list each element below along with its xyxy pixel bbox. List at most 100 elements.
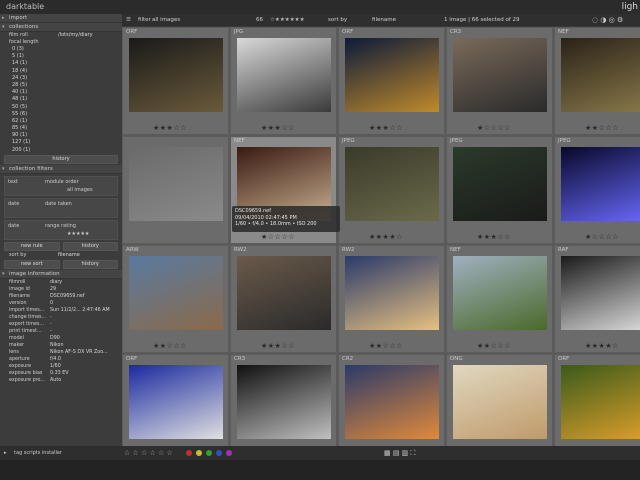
- thumbnail-cell[interactable]: ORF ★★★☆☆: [338, 27, 445, 135]
- star-rating[interactable]: ★☆☆☆☆: [585, 233, 619, 241]
- thumbnail-image[interactable]: [237, 256, 331, 330]
- thumbnail-cell[interactable]: RAF ★★★★☆: [554, 245, 640, 353]
- focal-length-item[interactable]: 55 (6): [12, 111, 122, 118]
- thumbnail-image[interactable]: [129, 147, 223, 221]
- thumbnail-cell[interactable]: CR3 ★☆☆☆☆: [446, 27, 553, 135]
- focal-length-item[interactable]: 62 (1): [12, 118, 122, 125]
- thumbnail-image[interactable]: [453, 256, 547, 330]
- star-rating[interactable]: ★★★☆☆: [369, 124, 403, 132]
- thumbnail-cell[interactable]: NEF ★★☆☆☆: [446, 245, 553, 353]
- thumbnail-cell[interactable]: CR3: [230, 354, 337, 446]
- thumbnail-image[interactable]: [129, 38, 223, 112]
- sort-by-row[interactable]: sort by filename: [0, 252, 122, 259]
- star-rating[interactable]: ★★☆☆☆: [585, 124, 619, 132]
- history-button[interactable]: history: [4, 154, 118, 164]
- thumbnail-cell[interactable]: CR2: [338, 354, 445, 446]
- thumbnail-cell[interactable]: DNG: [446, 354, 553, 446]
- collection-rule-film-roll[interactable]: film roll/lots/my/diary: [0, 32, 122, 39]
- tag-scripts-label[interactable]: tag scripts installer: [14, 446, 62, 460]
- focal-length-item[interactable]: 28 (5): [12, 82, 122, 89]
- thumbnail-cell[interactable]: NEF ★★☆☆☆: [554, 27, 640, 135]
- history-button[interactable]: history: [62, 241, 118, 251]
- collection-rule-focal-length[interactable]: focal length: [0, 39, 122, 46]
- purple-label-button[interactable]: [226, 450, 232, 456]
- green-label-button[interactable]: [206, 450, 212, 456]
- focal-length-item[interactable]: 127 (1): [12, 139, 122, 146]
- new-rule-button[interactable]: new rule: [4, 241, 60, 251]
- filter-rule-1[interactable]: text module order all images: [4, 175, 118, 196]
- thumbnail-cell[interactable]: JPEG ★☆☆☆☆: [554, 136, 640, 244]
- section-import[interactable]: ▸ import: [0, 14, 122, 23]
- new-sort-button[interactable]: new sort: [4, 259, 60, 269]
- expand-icon[interactable]: ▸: [4, 446, 7, 460]
- filter-rule-2[interactable]: date date taken: [4, 197, 118, 218]
- thumbnail-image[interactable]: [561, 147, 640, 221]
- filter-dropdown[interactable]: all images: [152, 14, 180, 26]
- focal-length-item[interactable]: 40 (1): [12, 89, 122, 96]
- thumbnail-image[interactable]: [237, 365, 331, 439]
- focal-length-item[interactable]: 90 (1): [12, 132, 122, 139]
- focal-length-item[interactable]: 50 (5): [12, 104, 122, 111]
- thumbnail-image[interactable]: [129, 256, 223, 330]
- thumbnail-image[interactable]: [237, 38, 331, 112]
- sort-dropdown[interactable]: filename: [372, 14, 396, 26]
- star-rating[interactable]: ★★★☆☆: [261, 342, 295, 350]
- focal-length-item[interactable]: 200 (1): [12, 147, 122, 154]
- thumbnail-cell[interactable]: JPEG ★★★☆☆: [446, 136, 553, 244]
- star-rating[interactable]: ★★☆☆☆: [153, 342, 187, 350]
- toolbar-icons[interactable]: ◌ ◑ ◎ ⚙: [592, 14, 623, 26]
- thumbnail-image[interactable]: [129, 365, 223, 439]
- rating-filter-stars[interactable]: ☆★★★★★★: [270, 14, 305, 26]
- focal-length-item[interactable]: 18 (4): [12, 68, 122, 75]
- rating-stars[interactable]: ★★★★★: [67, 231, 89, 237]
- focal-length-item[interactable]: 24 (3): [12, 75, 122, 82]
- yellow-label-button[interactable]: [196, 450, 202, 456]
- thumbnail-image[interactable]: [345, 365, 439, 439]
- star-rating[interactable]: ★★★☆☆: [477, 233, 511, 241]
- thumbnail-cell[interactable]: RW2 ★★☆☆☆: [338, 245, 445, 353]
- star-rating[interactable]: ★★★★☆: [369, 233, 403, 241]
- thumbnail-image[interactable]: [453, 38, 547, 112]
- thumbnail-image[interactable]: [345, 38, 439, 112]
- sort-label: sort by: [328, 17, 348, 23]
- red-label-button[interactable]: [186, 450, 192, 456]
- filter-rule-3[interactable]: date range rating ★★★★★: [4, 219, 118, 240]
- thumbnail-cell[interactable]: RW2 ★★★☆☆: [230, 245, 337, 353]
- section-collection-filters[interactable]: ▾ collection filters: [0, 164, 122, 174]
- star-rating[interactable]: ★☆☆☆☆: [261, 233, 295, 241]
- thumbnail-image[interactable]: [453, 365, 547, 439]
- focal-length-item[interactable]: 85 (4): [12, 125, 122, 132]
- star-rating[interactable]: ★★★☆☆: [153, 124, 187, 132]
- thumbnail-cell[interactable]: ORF: [554, 354, 640, 446]
- focal-length-item[interactable]: 48 (1): [12, 96, 122, 103]
- history-button[interactable]: history: [62, 259, 118, 269]
- star-rating[interactable]: ★☆☆☆☆: [477, 124, 511, 132]
- footer: [0, 460, 640, 480]
- thumbnail-image[interactable]: [345, 256, 439, 330]
- thumbnail-cell[interactable]: ORF: [122, 354, 229, 446]
- blue-label-button[interactable]: [216, 450, 222, 456]
- view-label[interactable]: ligh: [622, 2, 638, 12]
- thumbnail-image[interactable]: [561, 38, 640, 112]
- thumbnail-image[interactable]: [561, 365, 640, 439]
- thumbnail-cell[interactable]: JPEG ★★★★☆: [338, 136, 445, 244]
- thumbnail-image[interactable]: [561, 256, 640, 330]
- focal-length-item[interactable]: 14 (1): [12, 60, 122, 67]
- star-rating[interactable]: ★★☆☆☆: [369, 342, 403, 350]
- thumbnail-cell[interactable]: JPG ★★★☆☆: [230, 27, 337, 135]
- section-collections[interactable]: ▾ collections: [0, 23, 122, 32]
- thumbnail-cell[interactable]: ORF ★★★☆☆: [122, 27, 229, 135]
- thumbnail-cell[interactable]: ARW ★★☆☆☆: [122, 245, 229, 353]
- left-panel: ▸ import ▾ collections film roll/lots/my/d…: [0, 14, 122, 446]
- section-image-information[interactable]: ▾ image information: [0, 269, 122, 279]
- thumbnail-cell[interactable]: [122, 136, 229, 244]
- star-rating[interactable]: ★★★★☆: [585, 342, 619, 350]
- focal-length-item[interactable]: 5 (1): [12, 53, 122, 60]
- layout-icons[interactable]: ▦ ▤ ▥ ⛶: [384, 446, 415, 460]
- star-rating[interactable]: ★★☆☆☆: [477, 342, 511, 350]
- focal-length-item[interactable]: 0 (3): [12, 46, 122, 53]
- star-rating[interactable]: ★★★☆☆: [261, 124, 295, 132]
- thumbnail-image[interactable]: [345, 147, 439, 221]
- thumbnail-image[interactable]: [453, 147, 547, 221]
- rating-bar[interactable]: ☆ ☆ ☆ ☆ ☆ ☆: [124, 446, 173, 460]
